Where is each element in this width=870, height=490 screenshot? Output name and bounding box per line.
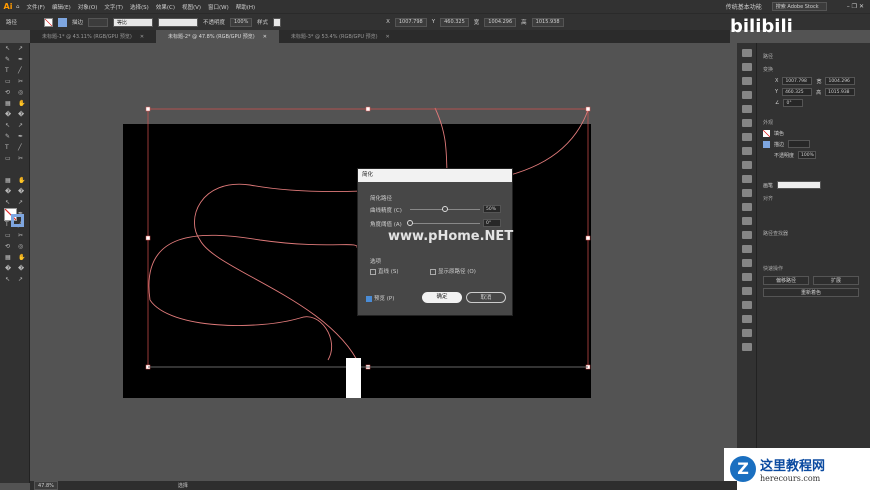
pathfinder-title: 路径查找器 — [763, 231, 789, 237]
panel-toggle-icon[interactable] — [742, 301, 752, 309]
panel-toggle-icon[interactable] — [742, 329, 752, 337]
panel-toggle-icon[interactable] — [742, 161, 752, 169]
panel-toggle-icon[interactable] — [742, 245, 752, 253]
brush-label: 画笔 — [763, 182, 774, 189]
status-bar: 47.8% 选择 — [30, 481, 737, 490]
angle-threshold-field[interactable]: 0° — [483, 219, 501, 227]
panel-toggle-icon[interactable] — [742, 105, 752, 113]
fill-icon[interactable] — [763, 130, 770, 137]
panel-toggle-icon[interactable] — [742, 273, 752, 281]
path-curve — [149, 299, 333, 361]
panel-toggle-icon[interactable] — [742, 231, 752, 239]
properties-panel: 路径 变换 X 1007.798 宽 1004.296 Y 460.325 高 1015.9… — [757, 43, 870, 483]
panel-toggle-icon[interactable] — [742, 189, 752, 197]
preview-checkbox[interactable]: 预览 (P) — [366, 294, 394, 302]
panel-toggle-icon[interactable] — [742, 259, 752, 267]
transform-x[interactable]: 1007.798 — [782, 77, 813, 85]
opacity-label: 不透明度 — [774, 152, 795, 159]
panel-toggle-icon[interactable] — [742, 217, 752, 225]
checkbox-label: 预览 (P) — [374, 296, 395, 302]
phome-watermark: www.pHome.NET — [388, 229, 514, 244]
checkbox-label: 显示原路径 (O) — [438, 269, 476, 275]
section-label: 简化路径 — [370, 196, 393, 202]
fill-label: 填色 — [774, 131, 785, 137]
options-label: 选项 — [370, 259, 382, 265]
site-name: 这里教程网 — [760, 459, 826, 474]
transform-y[interactable]: 460.325 — [782, 88, 813, 96]
panel-toggle-icon[interactable] — [742, 203, 752, 211]
panel-toggle-icon[interactable] — [742, 287, 752, 295]
cancel-button[interactable]: 取消 — [466, 292, 506, 303]
transform-title: 变换 — [763, 67, 774, 73]
site-logo-icon: Z — [730, 456, 756, 482]
zoom-field[interactable]: 47.8% — [34, 481, 58, 490]
quick-actions-title: 快速操作 — [763, 266, 784, 272]
recolor-button[interactable]: 重新着色 — [763, 288, 859, 297]
bilibili-watermark: bilibili — [730, 16, 793, 37]
panel-path-title: 路径 — [763, 54, 774, 60]
stroke-label: 描边 — [774, 141, 785, 148]
site-url: herecours.com — [760, 474, 821, 483]
panel-toggle-icon[interactable] — [742, 133, 752, 141]
panel-toggle-icon[interactable] — [742, 175, 752, 183]
path-curve — [148, 234, 358, 301]
panel-toggle-icon[interactable] — [742, 343, 752, 351]
angle-threshold-slider[interactable] — [410, 223, 480, 224]
simplify-dialog: 简化 简化路径 曲线精度 (C) 50% 角度阈值 (A) 0° www.pHo… — [357, 168, 513, 316]
show-original-checkbox[interactable]: 显示原路径 (O) — [430, 267, 476, 275]
stroke-icon[interactable] — [763, 140, 770, 148]
panel-toggle-icon[interactable] — [742, 147, 752, 155]
panel-toggle-icon[interactable] — [742, 77, 752, 85]
transform-h[interactable]: 1015.938 — [825, 88, 856, 96]
panel-icon-strip — [737, 43, 757, 483]
pathfinder-buttons[interactable] — [763, 241, 864, 251]
align-buttons[interactable] — [763, 206, 864, 216]
panel-toggle-icon[interactable] — [742, 119, 752, 127]
stroke-weight[interactable] — [788, 140, 811, 148]
offset-path-button[interactable]: 偏移路径 — [763, 276, 809, 285]
panel-toggle-icon[interactable] — [742, 49, 752, 57]
white-rectangle — [346, 358, 361, 398]
panel-toggle-icon[interactable] — [742, 315, 752, 323]
align-title: 对齐 — [763, 196, 774, 202]
opacity-field[interactable]: 100% — [798, 151, 817, 159]
expand-button[interactable]: 扩展 — [813, 276, 859, 285]
angle-threshold-label: 角度阈值 (A) — [370, 222, 402, 228]
curve-precision-knob[interactable] — [442, 206, 448, 212]
curve-precision-label: 曲线精度 (C) — [370, 208, 402, 214]
brush-dropdown[interactable] — [777, 181, 822, 189]
site-watermark: Z 这里教程网 herecours.com — [724, 448, 870, 490]
current-tool: 选择 — [177, 483, 188, 489]
ok-button[interactable]: 确定 — [422, 292, 462, 303]
panel-toggle-icon[interactable] — [742, 63, 752, 71]
panel-toggle-icon[interactable] — [742, 91, 752, 99]
dialog-title: 简化 — [358, 169, 512, 182]
rotate-field[interactable]: 0° — [783, 99, 804, 107]
straight-lines-checkbox[interactable]: 直线 (S) — [370, 267, 399, 275]
appearance-title: 外观 — [763, 120, 774, 126]
angle-threshold-knob[interactable] — [407, 220, 413, 226]
transform-w[interactable]: 1004.296 — [825, 77, 856, 85]
curve-precision-field[interactable]: 50% — [483, 205, 501, 213]
checkbox-label: 直线 (S) — [378, 269, 399, 275]
